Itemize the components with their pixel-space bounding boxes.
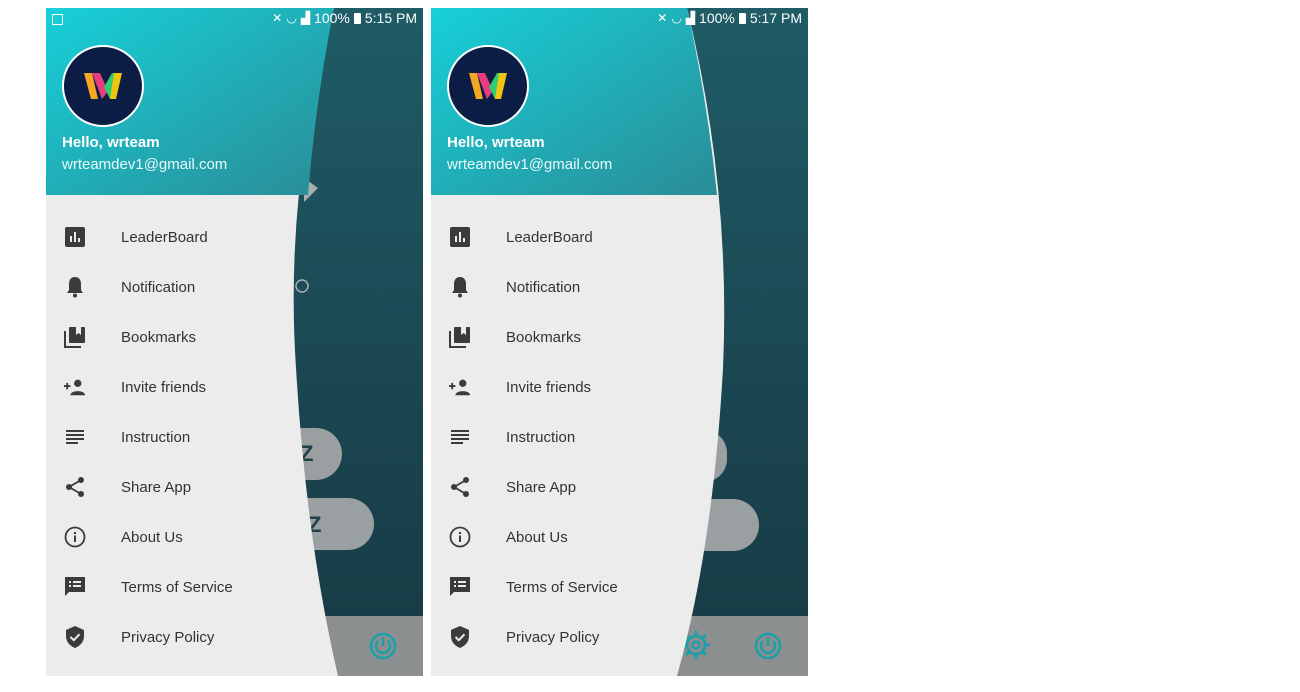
user-email: wrteamdev1@gmail.com [447, 156, 613, 173]
menu-item-label: Invite friends [506, 378, 592, 396]
menu-item-label: Instruction [121, 428, 191, 446]
phone-screen-2: ✕ ◡ ▟ 100% 5:17 PM Hello, wrteam wrteamd… [431, 8, 808, 676]
greeting: Hello, wrteam [447, 134, 545, 151]
menu-item-label: Share App [506, 478, 577, 496]
menu-item-label: About Us [506, 528, 568, 546]
clock: 5:15 PM [364, 10, 417, 26]
bell-icon [449, 276, 471, 298]
user-email: wrteamdev1@gmail.com [62, 156, 228, 173]
menu-item-label: Share App [121, 478, 192, 496]
menu-item-notification[interactable]: Notification [431, 262, 721, 312]
menu-item-label: Notification [506, 278, 581, 296]
person-add-icon [64, 376, 86, 398]
person-add-icon [449, 376, 471, 398]
battery-percent: 100% [699, 10, 735, 26]
menu-item-privacy-policy[interactable]: Privacy Policy [46, 612, 336, 662]
menu-item-notification[interactable]: Notification [46, 262, 336, 312]
lines-icon [449, 426, 471, 448]
menu-item-label: Bookmarks [121, 328, 197, 346]
navigation-drawer: ✕ ◡ ▟ 100% 5:15 PM Hello, wrteam wrteamd… [46, 8, 423, 676]
w-logo-icon [84, 73, 122, 99]
menu-item-label: Privacy Policy [121, 628, 215, 646]
menu-item-bookmarks[interactable]: Bookmarks [431, 312, 721, 362]
mute-icon: ✕ [657, 11, 668, 25]
menu-item-share-app[interactable]: Share App [46, 462, 336, 512]
shield-check-icon [64, 626, 86, 648]
leaderboard-icon [64, 226, 86, 248]
leaderboard-icon [449, 226, 471, 248]
menu-item-leaderboard[interactable]: LeaderBoard [46, 212, 336, 262]
menu-item-label: Invite friends [121, 378, 207, 396]
w-logo-icon [469, 73, 507, 99]
menu-item-label: About Us [121, 528, 183, 546]
status-bar: ✕ ◡ ▟ 100% 5:17 PM [657, 10, 802, 26]
menu-item-privacy-policy[interactable]: Privacy Policy [431, 612, 721, 662]
menu-item-about-us[interactable]: About Us [431, 512, 721, 562]
bookmarks-icon [64, 326, 86, 348]
phone-screen-1: Z Z ✕ ◡ ▟ 100% 5:15 PM Hello, wrteam wrt… [46, 8, 423, 676]
wifi-icon: ◡ [286, 11, 297, 25]
avatar[interactable] [62, 45, 144, 127]
signal-icon: ▟ [300, 11, 311, 25]
screenshot-notification-icon [52, 14, 63, 25]
menu-item-label: Privacy Policy [506, 628, 600, 646]
share-icon [64, 476, 86, 498]
mute-icon: ✕ [272, 11, 283, 25]
menu-item-leaderboard[interactable]: LeaderBoard [431, 212, 721, 262]
menu-item-label: Notification [121, 278, 196, 296]
status-bar: ✕ ◡ ▟ 100% 5:15 PM [272, 10, 417, 26]
menu-item-label: Terms of Service [506, 578, 618, 596]
menu-item-invite-friends[interactable]: Invite friends [46, 362, 336, 412]
clock: 5:17 PM [749, 10, 802, 26]
lines-icon [64, 426, 86, 448]
menu-item-label: Instruction [506, 428, 576, 446]
battery-icon [353, 12, 361, 24]
signal-icon: ▟ [685, 11, 696, 25]
info-icon [449, 526, 471, 548]
battery-percent: 100% [314, 10, 350, 26]
menu-item-instruction[interactable]: Instruction [46, 412, 336, 462]
greeting: Hello, wrteam [62, 134, 160, 151]
chat-list-icon [64, 576, 86, 598]
menu-item-bookmarks[interactable]: Bookmarks [46, 312, 336, 362]
navigation-drawer: ✕ ◡ ▟ 100% 5:17 PM Hello, wrteam wrteamd… [431, 8, 808, 676]
menu-item-label: Terms of Service [121, 578, 233, 596]
menu-item-about-us[interactable]: About Us [46, 512, 336, 562]
menu-item-invite-friends[interactable]: Invite friends [431, 362, 721, 412]
menu-item-instruction[interactable]: Instruction [431, 412, 721, 462]
menu-item-terms-of-service[interactable]: Terms of Service [46, 562, 336, 612]
shield-check-icon [449, 626, 471, 648]
menu-item-label: Bookmarks [506, 328, 582, 346]
menu-item-share-app[interactable]: Share App [431, 462, 721, 512]
bell-icon [64, 276, 86, 298]
menu-item-label: LeaderBoard [121, 228, 208, 246]
menu-item-label: LeaderBoard [506, 228, 593, 246]
share-icon [449, 476, 471, 498]
wifi-icon: ◡ [671, 11, 682, 25]
menu-item-terms-of-service[interactable]: Terms of Service [431, 562, 721, 612]
avatar[interactable] [447, 45, 529, 127]
battery-icon [738, 12, 746, 24]
chat-list-icon [449, 576, 471, 598]
bookmarks-icon [449, 326, 471, 348]
info-icon [64, 526, 86, 548]
